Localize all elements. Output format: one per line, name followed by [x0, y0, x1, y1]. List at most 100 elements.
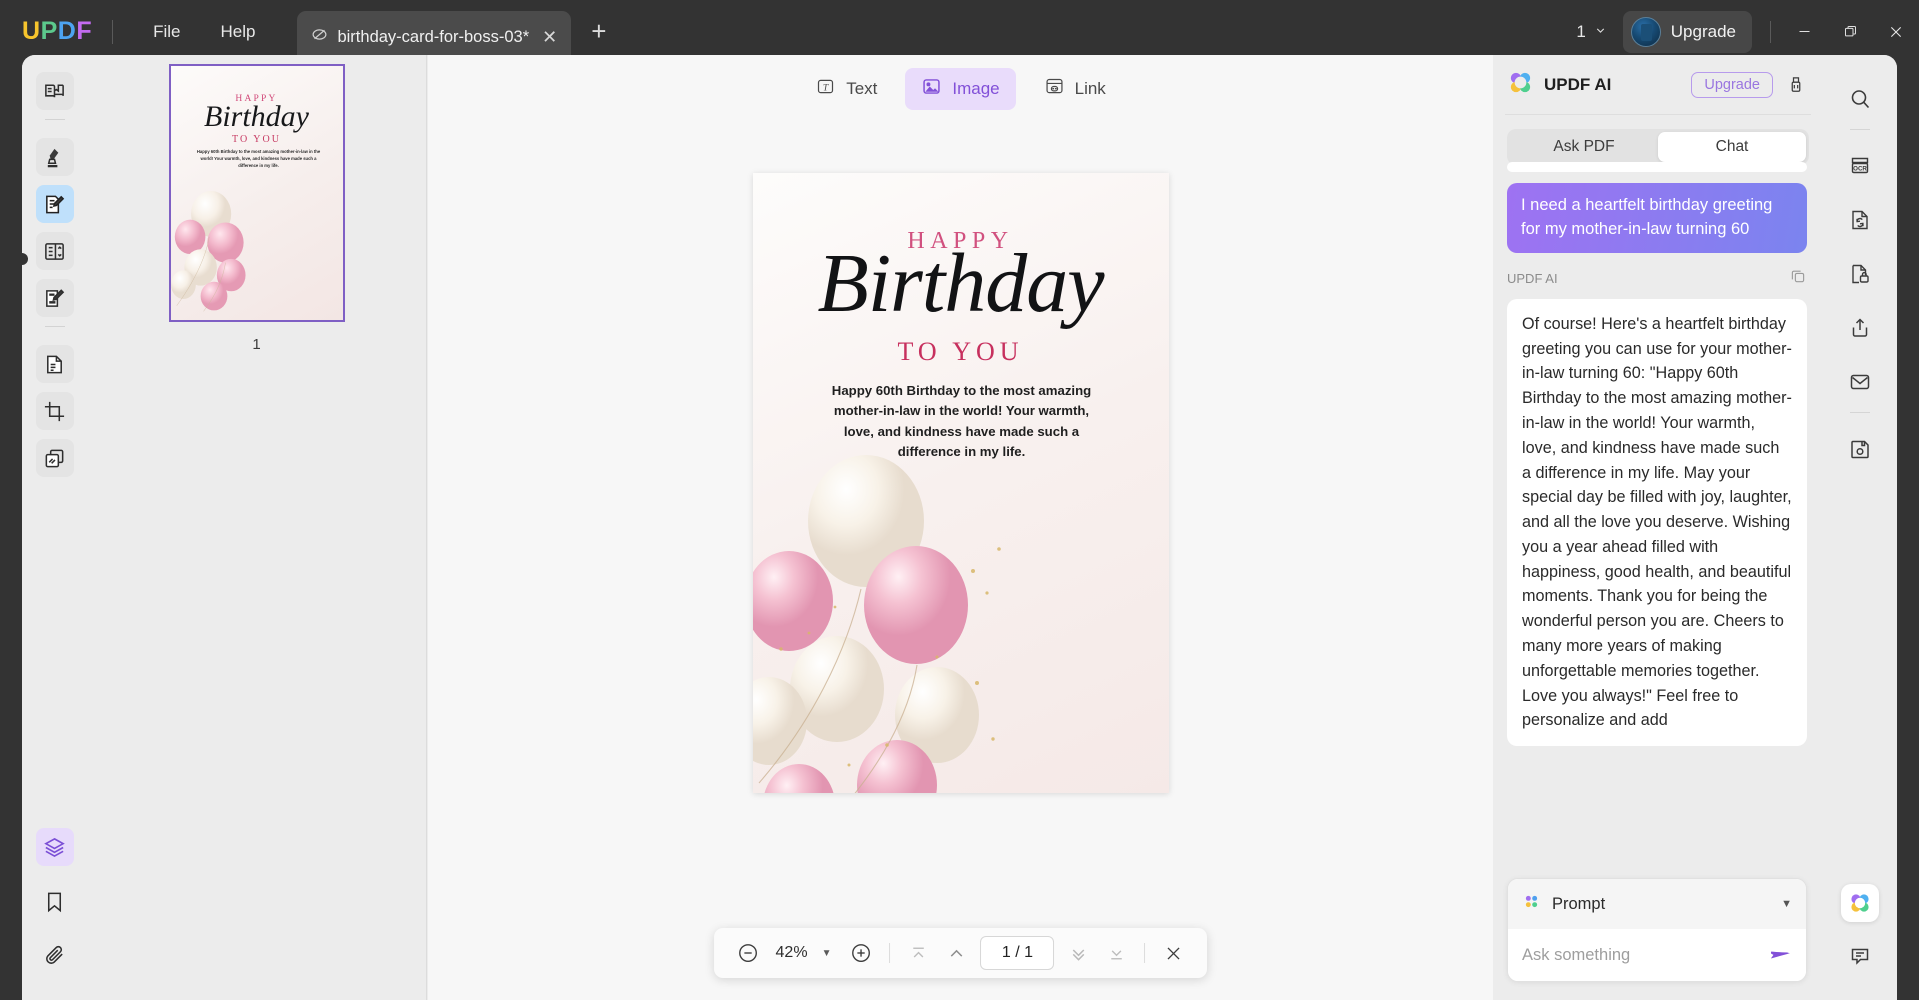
page-indicator[interactable]: 1 / 1: [980, 936, 1055, 970]
zoom-preset-caret[interactable]: ▼: [818, 948, 842, 959]
maximize-button[interactable]: [1827, 10, 1873, 54]
protect-lock-icon[interactable]: [1840, 254, 1880, 294]
pdf-page-canvas[interactable]: HAPPY Birthday TO YOU Happy 60th Birthda…: [752, 173, 1169, 793]
text-box-icon: T: [815, 76, 836, 102]
zoom-in-button[interactable]: [843, 935, 879, 971]
share-export-icon[interactable]: [1840, 308, 1880, 348]
zoom-level-value: 42%: [775, 944, 808, 961]
menu-file[interactable]: File: [133, 16, 200, 48]
logo-letter-p: P: [40, 17, 58, 45]
ai-panel-title: UPDF AI: [1544, 75, 1612, 94]
left-tool-rail: [22, 55, 87, 1000]
next-page-button[interactable]: [1060, 935, 1096, 971]
chat-previous-message-stub: [1507, 162, 1807, 172]
prompt-selector[interactable]: Prompt ▼: [1508, 879, 1806, 929]
ocr-icon[interactable]: OCR: [1840, 146, 1880, 186]
sidebar-item-bookmarks[interactable]: [36, 882, 74, 920]
sidebar-item-layers[interactable]: [35, 828, 74, 866]
edit-mode-tabs: T Text Image Link: [428, 68, 1493, 110]
email-envelope-icon[interactable]: [1840, 362, 1880, 402]
window-controls-divider: [1770, 20, 1771, 43]
sidebar-item-attachments[interactable]: [36, 936, 74, 974]
prompt-dots-icon: [1522, 892, 1541, 916]
sidebar-item-annotate[interactable]: [35, 138, 74, 176]
chat-composer: Prompt ▼: [1507, 878, 1807, 982]
new-tab-button[interactable]: +: [591, 16, 606, 47]
tab-text[interactable]: T Text: [799, 68, 893, 110]
brush-clean-icon[interactable]: [1783, 72, 1809, 98]
window-count-value: 1: [1576, 21, 1586, 41]
assistant-label-row: UPDF AI: [1507, 267, 1807, 290]
logo-letter-f: F: [76, 17, 93, 45]
sidebar-item-batch[interactable]: [35, 439, 74, 477]
convert-icon[interactable]: [1840, 200, 1880, 240]
ai-header-divider: [1505, 114, 1811, 115]
page-thumbnail-1[interactable]: HAPPY Birthday TO YOU Happy 60th Birthda…: [168, 64, 345, 322]
menu-help[interactable]: Help: [201, 16, 276, 48]
ai-upgrade-button[interactable]: Upgrade: [1691, 72, 1773, 98]
search-icon[interactable]: [1840, 79, 1880, 119]
upgrade-button[interactable]: Upgrade: [1622, 10, 1752, 53]
tab-link-label: Link: [1074, 79, 1106, 98]
zoom-out-button[interactable]: [730, 935, 766, 971]
tab-link[interactable]: Link: [1028, 68, 1122, 110]
thumb-balloons-illustration: [170, 190, 246, 312]
updf-application-window: U P D F File Help birthday-card-for-boss…: [0, 0, 1919, 1000]
assistant-message-text: Of course! Here's a heartfelt birthday g…: [1522, 314, 1792, 730]
send-arrow-icon[interactable]: [1768, 943, 1792, 967]
panel-collapse-handle[interactable]: [22, 253, 28, 265]
first-page-button[interactable]: [900, 935, 936, 971]
chat-message-list[interactable]: I need a heartfelt birthday greeting for…: [1507, 162, 1807, 762]
last-page-button[interactable]: [1098, 935, 1134, 971]
sidebar-item-edit-pdf[interactable]: [35, 185, 74, 223]
comment-bubble-icon[interactable]: [1840, 936, 1880, 976]
right-rail-divider-2: [1850, 412, 1870, 413]
svg-text:OCR: OCR: [1853, 165, 1867, 172]
assistant-label: UPDF AI: [1507, 270, 1558, 286]
window-count[interactable]: 1: [1576, 22, 1606, 42]
card-birthday-text: Birthday: [817, 237, 1105, 330]
ai-panel-header: UPDF AI Upgrade: [1493, 55, 1823, 101]
card-body-text: Happy 60th Birthday to the most amazing …: [831, 383, 1092, 460]
prev-page-button[interactable]: [938, 935, 974, 971]
chevron-down-icon: ▼: [1781, 898, 1792, 910]
prompt-label: Prompt: [1552, 894, 1606, 913]
zoombar-divider-2: [1144, 943, 1146, 963]
updf-ai-launcher-icon[interactable]: [1841, 884, 1879, 922]
right-tool-rail: OCR: [1823, 55, 1897, 1000]
sidebar-item-crop[interactable]: [35, 392, 74, 430]
logo-letter-u: U: [22, 17, 41, 45]
tab-image[interactable]: Image: [905, 68, 1016, 110]
thumb-toyou-text: TO YOU: [232, 134, 281, 145]
zoombar-divider-1: [889, 943, 891, 963]
upgrade-label: Upgrade: [1670, 21, 1736, 41]
app-shell: HAPPY Birthday TO YOU Happy 60th Birthda…: [22, 55, 1897, 1000]
zoombar-close-button[interactable]: [1155, 935, 1191, 971]
minimize-button[interactable]: [1781, 10, 1827, 54]
ai-tab-chat[interactable]: Chat: [1658, 132, 1806, 162]
rail-divider-2: [44, 326, 65, 327]
copy-icon[interactable]: [1789, 267, 1807, 290]
titlebar-right-group: 1 Upgrade: [1576, 0, 1919, 63]
sidebar-item-forms[interactable]: [35, 345, 74, 383]
thumbnail-panel: HAPPY Birthday TO YOU Happy 60th Birthda…: [87, 55, 427, 1000]
assistant-message-bubble: Of course! Here's a heartfelt birthday g…: [1507, 298, 1807, 747]
ai-tab-ask-pdf[interactable]: Ask PDF: [1510, 132, 1658, 162]
sidebar-item-reader[interactable]: [35, 72, 74, 110]
tab-text-label: Text: [846, 79, 878, 98]
thumb-birthday-text: Birthday: [204, 100, 309, 133]
close-icon[interactable]: ✕: [542, 27, 557, 48]
avatar: [1630, 16, 1661, 47]
tab-image-label: Image: [952, 79, 1000, 98]
document-tab-title: birthday-card-for-boss-03*: [337, 27, 530, 46]
thumb-body-text: Happy 60th Birthday to the most amazing …: [196, 149, 321, 168]
rail-divider: [44, 119, 65, 120]
card-toyou-text: TO YOU: [897, 337, 1024, 366]
window-close-button[interactable]: [1873, 10, 1919, 54]
svg-text:T: T: [823, 82, 829, 93]
logo-letter-d: D: [57, 17, 77, 45]
chat-input[interactable]: [1522, 945, 1768, 965]
save-floppy-icon[interactable]: [1840, 429, 1880, 469]
sidebar-item-fill-sign[interactable]: [35, 279, 74, 317]
sidebar-item-organize-pages[interactable]: [35, 232, 74, 270]
